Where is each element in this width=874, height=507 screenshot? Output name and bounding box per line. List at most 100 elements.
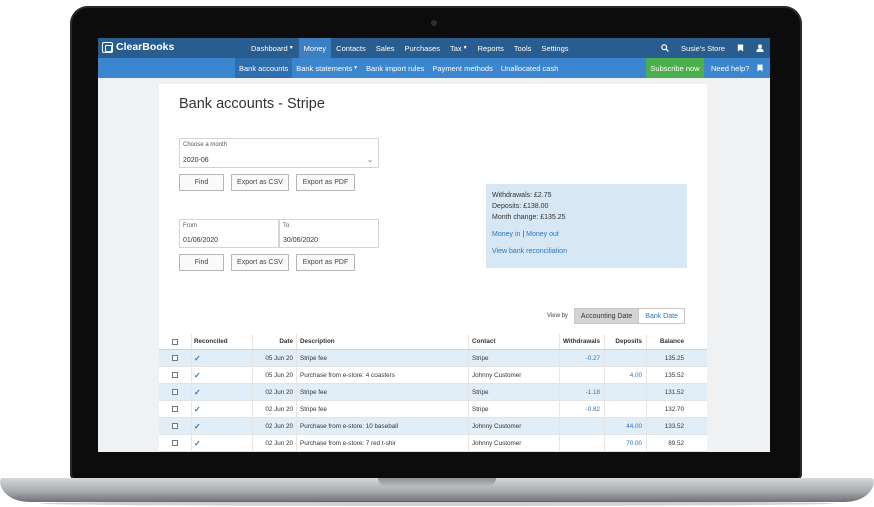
find-button-range[interactable]: Find	[179, 254, 224, 271]
nav-settings[interactable]: Settings	[536, 38, 573, 58]
description-cell: Stripe fee	[297, 401, 469, 417]
row-checkbox[interactable]	[172, 406, 178, 412]
page-title: Bank accounts - Stripe	[179, 96, 325, 112]
select-all-cell	[159, 334, 192, 349]
chevron-down-icon: ⌄	[367, 157, 373, 164]
deposit-cell[interactable]	[605, 350, 647, 366]
bookmark-icon	[757, 64, 763, 72]
subnav-payment-methods[interactable]: Payment methods	[428, 58, 496, 78]
nav-purchases[interactable]: Purchases	[400, 38, 445, 58]
withdrawals-total: Withdrawals: £2.75	[492, 192, 552, 199]
money-in-link[interactable]: Money in	[492, 231, 520, 238]
table-row[interactable]: ✓ 02 Jun 20 Purchase from e-store: 10 base…	[159, 418, 707, 435]
withdrawal-cell[interactable]: -0.82	[560, 401, 605, 417]
export-pdf-button[interactable]: Export as PDF	[296, 174, 355, 191]
subscribe-button[interactable]: Subscribe now	[646, 58, 704, 78]
transactions-table: Reconciled Date Description Contact With…	[159, 334, 707, 452]
sub-nav: Bank accounts Bank statements ▼ Bank impo…	[235, 58, 562, 78]
find-button[interactable]: Find	[179, 174, 224, 191]
table-row[interactable]: ✓ 05 Jun 20 Stripe fee Stripe -0.27 135.25	[159, 350, 707, 367]
contact-cell: Johnny Customer	[469, 418, 560, 434]
deposit-cell[interactable]	[605, 384, 647, 400]
checkmark-icon: ✓	[194, 387, 201, 397]
withdrawal-cell[interactable]: -0.27	[560, 350, 605, 366]
user-icon[interactable]	[750, 38, 770, 58]
withdrawal-cell[interactable]	[560, 367, 605, 383]
top-navbar: ClearBooks Dashboard ▼ Money Contacts Sal…	[98, 38, 770, 58]
balance-cell: 131.52	[664, 388, 684, 396]
row-checkbox[interactable]	[172, 423, 178, 429]
deposit-cell[interactable]: 70.00	[605, 435, 647, 451]
row-select-cell	[159, 367, 192, 383]
subnav-bank-import-rules[interactable]: Bank import rules	[362, 58, 428, 78]
screen: ClearBooks Dashboard ▼ Money Contacts Sal…	[98, 38, 770, 452]
reconciled-cell: ✓	[192, 435, 253, 451]
subnav-bank-accounts[interactable]: Bank accounts	[235, 58, 293, 78]
export-pdf-button-range[interactable]: Export as PDF	[296, 254, 355, 271]
reconciled-cell: ✓	[192, 384, 253, 400]
checkmark-icon: ✓	[194, 404, 201, 414]
laptop-notch	[378, 478, 496, 486]
reconciled-cell: ✓	[192, 418, 253, 434]
row-checkbox[interactable]	[172, 372, 178, 378]
table-row[interactable]: ✓ 02 Jun 20 Stripe fee Stripe -0.82 132.70	[159, 401, 707, 418]
money-out-link[interactable]: Money out	[526, 231, 559, 238]
table-row[interactable]: ✓ 02 Jun 20 Purchase from e-store: 7 red t…	[159, 435, 707, 452]
row-select-cell	[159, 401, 192, 417]
bookmark-icon[interactable]	[731, 38, 750, 58]
caret-down-icon: ▼	[462, 45, 468, 51]
select-all-checkbox[interactable]	[172, 338, 178, 345]
row-checkbox[interactable]	[172, 440, 178, 446]
balance-cell: 135.52	[664, 371, 684, 379]
search-icon[interactable]	[655, 38, 675, 58]
export-csv-button[interactable]: Export as CSV	[231, 174, 289, 191]
header-description[interactable]: Description	[297, 334, 469, 349]
need-help-label: Need help?	[711, 63, 750, 73]
summary-panel: Withdrawals: £2.75 Deposits: £138.00 Mon…	[486, 184, 687, 268]
date-cell: 02 Jun 20	[253, 418, 297, 434]
row-checkbox[interactable]	[172, 355, 178, 361]
from-date-field[interactable]: From 01/06/2020	[179, 219, 279, 248]
export-csv-button-range[interactable]: Export as CSV	[231, 254, 289, 271]
to-date-field[interactable]: To 30/06/2020	[279, 219, 379, 248]
nav-label: Tax	[449, 43, 462, 53]
deposit-cell[interactable]: 44.00	[605, 418, 647, 434]
header-contact[interactable]: Contact	[469, 334, 560, 349]
nav-tools[interactable]: Tools	[509, 38, 537, 58]
logo[interactable]: ClearBooks	[102, 41, 174, 53]
withdrawal-cell[interactable]: -1.18	[560, 384, 605, 400]
nav-money[interactable]: Money	[298, 38, 332, 58]
table-row[interactable]: ✓ 05 Jun 20 Purchase from e-store: 4 coast…	[159, 367, 707, 384]
withdrawal-cell[interactable]	[560, 418, 605, 434]
subnav-bank-statements[interactable]: Bank statements ▼	[292, 58, 362, 78]
bank-reconciliation-link[interactable]: View bank reconciliation	[492, 246, 681, 257]
to-label: To	[283, 223, 290, 229]
table-row[interactable]: ✓ 02 Jun 20 Stripe fee Stripe -1.18 131.52	[159, 384, 707, 401]
sub-navbar: Bank accounts Bank statements ▼ Bank impo…	[98, 58, 770, 78]
row-select-cell	[159, 418, 192, 434]
header-date[interactable]: Date	[253, 334, 297, 349]
header-deposits[interactable]: Deposits	[605, 334, 647, 349]
row-select-cell	[159, 350, 192, 366]
deposit-cell[interactable]	[605, 401, 647, 417]
table-header: Reconciled Date Description Contact With…	[159, 334, 707, 350]
nav-contacts[interactable]: Contacts	[331, 38, 371, 58]
month-select[interactable]: Choose a month 2020-06 ⌄	[179, 138, 379, 168]
subnav-unallocated-cash[interactable]: Unallocated cash	[497, 58, 563, 78]
store-name[interactable]: Susie's Store	[675, 38, 731, 58]
nav-reports[interactable]: Reports	[473, 38, 509, 58]
header-reconciled[interactable]: Reconciled	[192, 334, 253, 349]
header-balance[interactable]: Balance	[647, 334, 687, 349]
caret-down-icon: ▼	[288, 45, 294, 51]
withdrawal-cell[interactable]	[560, 435, 605, 451]
nav-tax[interactable]: Tax ▼	[445, 38, 473, 58]
bank-date-button[interactable]: Bank Date	[639, 308, 685, 324]
deposit-cell[interactable]: 4.00	[605, 367, 647, 383]
header-withdrawals[interactable]: Withdrawals	[560, 334, 605, 349]
balance-cell: 89.52	[668, 439, 684, 447]
need-help-link[interactable]: Need help?	[704, 58, 770, 78]
row-checkbox[interactable]	[172, 389, 178, 395]
nav-dashboard[interactable]: Dashboard ▼	[246, 38, 299, 58]
nav-sales[interactable]: Sales	[371, 38, 400, 58]
accounting-date-button[interactable]: Accounting Date	[573, 308, 640, 324]
